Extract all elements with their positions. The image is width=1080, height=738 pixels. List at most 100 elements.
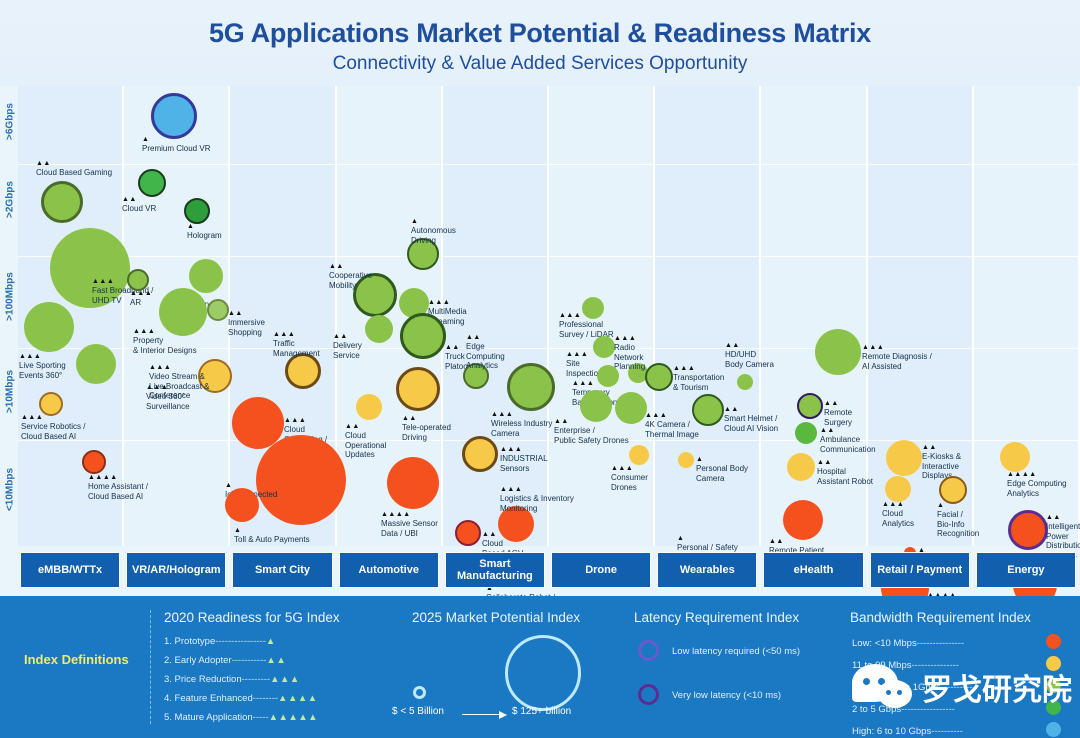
readiness-triangles: ▲▲▲ [19, 353, 42, 360]
category-tab-wearables[interactable]: Wearables [657, 552, 758, 588]
bubble-industrial[interactable] [462, 436, 498, 472]
bubble-iot-connected[interactable] [256, 435, 346, 525]
bubble-cloud[interactable] [455, 520, 481, 546]
plot-area: ▲▲ Cloud Based Gaming ▲▲▲ Fast Broadband / … [18, 86, 1080, 631]
bubble-label: AR [130, 298, 142, 307]
bubble-e-kiosks[interactable] [886, 440, 922, 476]
readiness-triangles: ▲▲▲▲ [381, 511, 411, 518]
bubble-label: Ambulance Communication [820, 435, 876, 454]
category-tab-energy[interactable]: Energy [975, 552, 1076, 588]
bubble-cloud-based-gaming[interactable] [41, 181, 83, 223]
bubble-intelligent[interactable] [1008, 510, 1048, 550]
bubble-annotation: ▲ Facial / Bio-Info Recognition [937, 502, 979, 539]
bubble-ambulance[interactable] [795, 422, 817, 444]
bubble-cloud-vr[interactable] [138, 169, 166, 197]
bubble-remote[interactable] [797, 393, 823, 419]
grid-line-3 [18, 440, 1080, 441]
readiness-triangles: ▲▲ [466, 334, 481, 341]
readiness-triangles: ▲▲ [820, 427, 835, 434]
bubble-4k-camera[interactable] [615, 392, 647, 424]
bubble-transportation[interactable] [645, 363, 673, 391]
grid-line-1 [18, 256, 1080, 257]
readiness-legend-row: 1. Prototype----------------▲ [164, 636, 276, 647]
bubble-personal-body[interactable] [678, 452, 694, 468]
bubble-hospital[interactable] [787, 453, 815, 481]
bubble-immersive[interactable] [207, 299, 229, 321]
bubble-label: Autonomous Driving [411, 226, 456, 245]
bubble-hologram[interactable] [184, 198, 210, 224]
readiness-triangles: ▲▲ [769, 538, 784, 545]
category-tab-ehealth[interactable]: eHealth [763, 552, 864, 588]
bubble-facial[interactable] [939, 476, 967, 504]
category-tab-smart-manufacturing[interactable]: Smart Manufacturing [444, 552, 545, 588]
watermark: 罗戈研究院 [852, 664, 1072, 710]
y-axis-label-0: >6Gbps [4, 103, 16, 140]
bandwidth-legend-row: High: 6 to 10 Gbps---------- [852, 726, 963, 737]
bubble-edge-computing[interactable] [1000, 442, 1030, 472]
bubble-label: Tele-operated Driving [402, 423, 451, 442]
y-axis-label-3: >10Mbps [4, 369, 16, 414]
bubble-video-360[interactable] [76, 344, 116, 384]
bubble-label: Premium Cloud VR [142, 144, 211, 153]
bubble-tele-operated[interactable] [396, 367, 440, 411]
bandwidth-legend-title: Bandwidth Requirement Index [850, 610, 1031, 625]
bubble-delivery[interactable] [365, 315, 393, 343]
bubble-toll-auto-payments[interactable] [225, 488, 259, 522]
bubble-hd-uhd[interactable] [737, 374, 753, 390]
bubble-annotation: ▲▲▲ Video Stream & Live Broadcast & Confe… [149, 364, 209, 401]
category-tab-automotive[interactable]: Automotive [338, 552, 439, 588]
bubble-annotation: ▲▲▲▲ Home Assistant / Cloud Based AI [88, 474, 148, 501]
bubble-label: Toll & Auto Payments [234, 535, 310, 544]
readiness-triangles: ▲▲▲ [645, 412, 668, 419]
bubble-label: Hologram [187, 231, 222, 240]
leader-dots: ---------------- [215, 636, 266, 647]
readiness-triangles: ▲▲▲ [133, 328, 156, 335]
market-small-label: $ < 5 Billion [392, 706, 444, 717]
bubble-service-robotics[interactable] [39, 392, 63, 416]
readiness-triangles: ▲ [696, 456, 704, 463]
bubble-advertising[interactable] [189, 259, 223, 293]
category-tab-retail-payment[interactable]: Retail / Payment [869, 552, 970, 588]
bubble-annotation: ▲▲ Hospital Assistant Robot [817, 459, 873, 486]
bubble-wireless-industry[interactable] [507, 363, 555, 411]
readiness-triangles: ▲▲▲ [491, 411, 514, 418]
bubble-truck[interactable] [400, 313, 446, 359]
category-tab-smart-city[interactable]: Smart City [232, 552, 333, 588]
bubble-premium-cloud-vr[interactable] [151, 93, 197, 139]
bubble-remote-diagnosis[interactable] [815, 329, 861, 375]
readiness-item-label: 5. Mature Application [164, 712, 253, 723]
readiness-item-triangles: ▲▲▲▲▲ [268, 712, 319, 723]
category-tab-embb-wttx[interactable]: eMBB/WTTx [20, 552, 121, 588]
readiness-triangles: ▲▲▲ [673, 365, 696, 372]
bubble-cloud[interactable] [356, 394, 382, 420]
bubble-annotation: ▲▲▲ AR [130, 290, 152, 308]
bubble-label: HD/UHD Body Camera [725, 350, 774, 369]
bubble-massive-sensor[interactable] [387, 457, 439, 509]
market-legend-title: 2025 Market Potential Index [412, 610, 581, 625]
readiness-triangles: ▲▲ [345, 423, 360, 430]
readiness-triangles: ▲▲ [817, 459, 832, 466]
bubble-annotation: ▲▲ Cloud Operational Updates [345, 423, 386, 460]
bubble-label: Cloud Operational Updates [345, 431, 387, 459]
bubble-traffic[interactable] [285, 353, 321, 389]
bubble-remote-patient[interactable] [783, 500, 823, 540]
readiness-triangles: ▲▲ [36, 160, 51, 167]
bubble-live-sporting[interactable] [24, 302, 74, 352]
readiness-triangles: ▲▲ [482, 531, 497, 538]
readiness-item-label: 1. Prototype [164, 636, 216, 647]
readiness-triangles: ▲ [937, 502, 945, 509]
market-large-label: $ 125+ billion [512, 706, 572, 717]
bubble-consumer[interactable] [629, 445, 649, 465]
market-large-circle [505, 635, 581, 711]
bubble-smart-helmet[interactable] [692, 394, 724, 426]
bubble-ar[interactable] [127, 269, 149, 291]
bubble-home-assistant[interactable] [82, 450, 106, 474]
bubble-annotation: ▲ Toll & Auto Payments [234, 527, 310, 545]
readiness-triangles: ▲▲▲ [500, 446, 523, 453]
category-tab-vr-ar-hologram[interactable]: VR/AR/Hologram [126, 552, 227, 588]
category-tab-drone[interactable]: Drone [551, 552, 652, 588]
bubble-label: Radio Network Planning [614, 343, 646, 371]
readiness-triangles: ▲▲▲ [611, 465, 634, 472]
bubble-cloud[interactable] [885, 476, 911, 502]
readiness-triangles: ▲▲▲ [428, 299, 451, 306]
